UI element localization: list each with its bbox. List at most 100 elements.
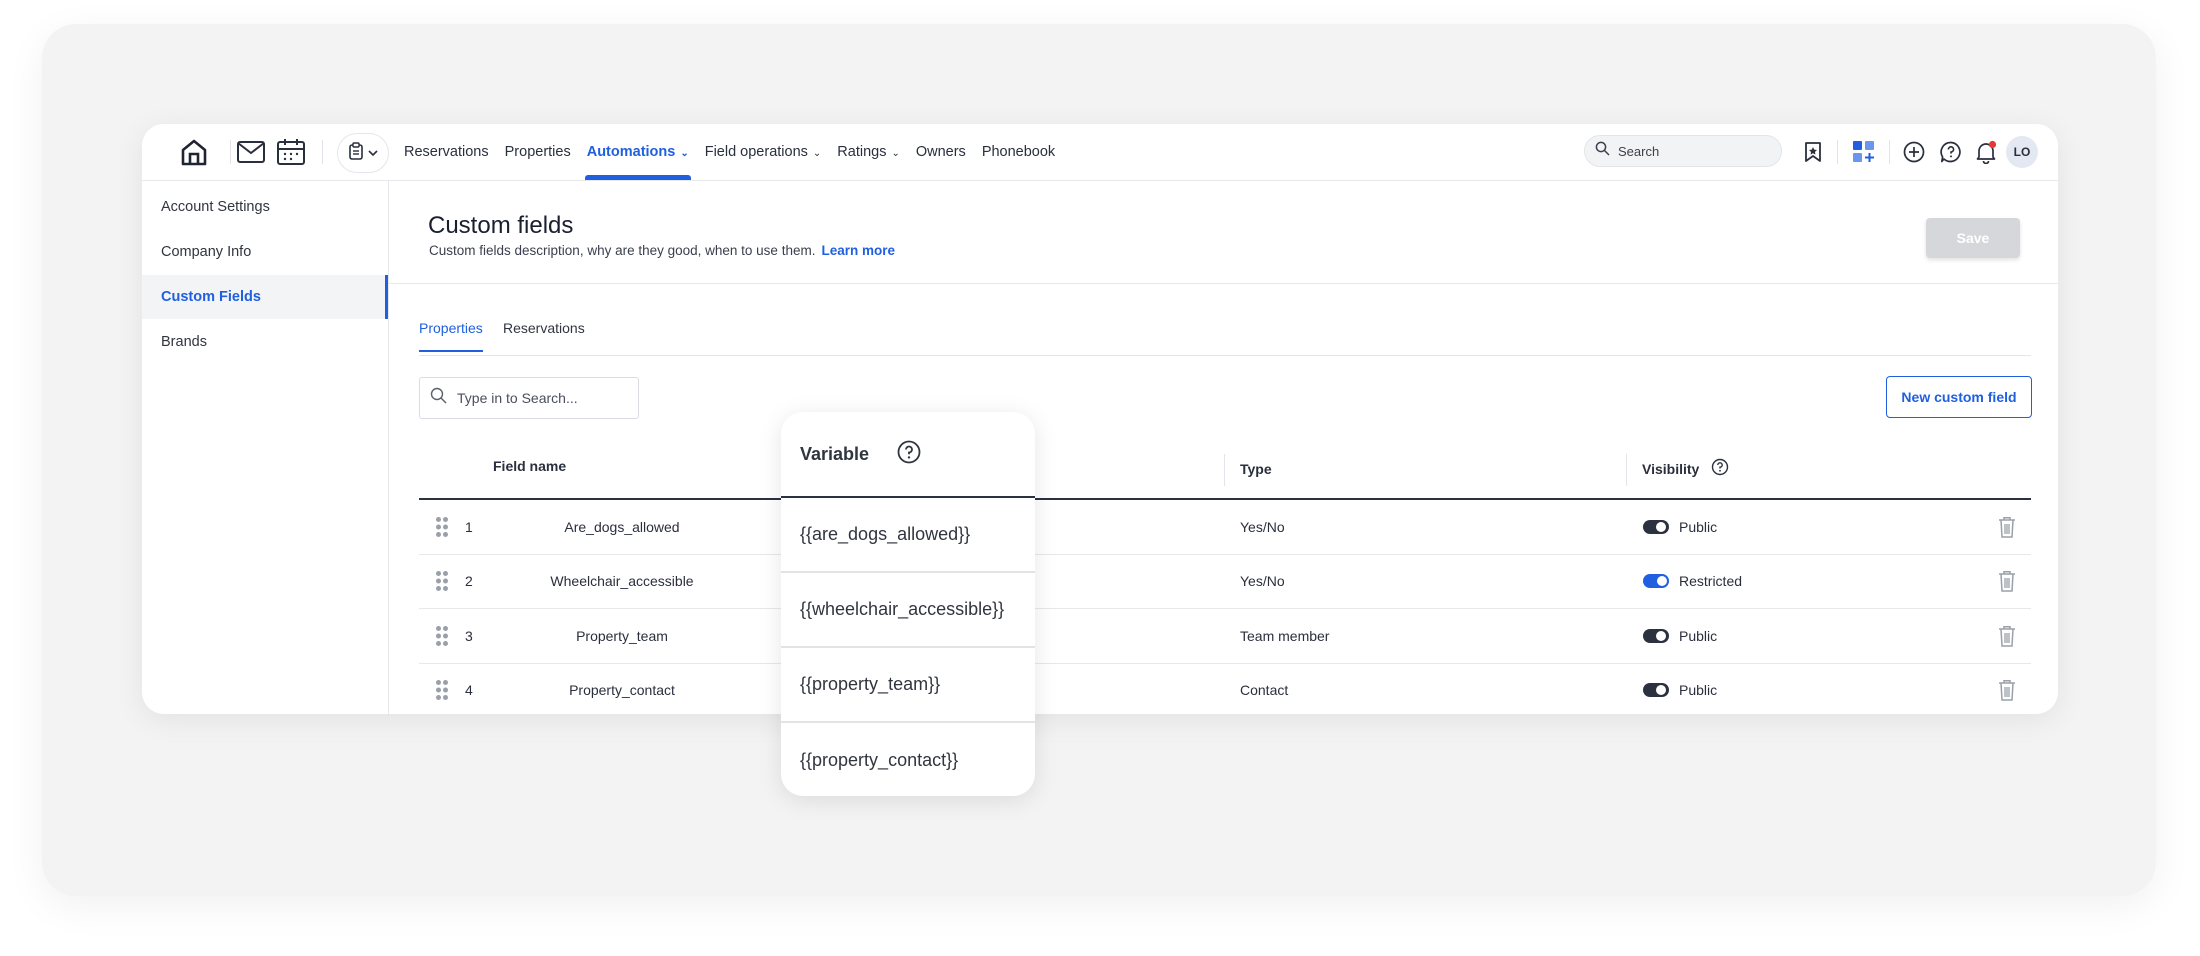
nav-item-label: Properties bbox=[504, 144, 571, 160]
visibility-toggle[interactable] bbox=[1643, 574, 1669, 588]
learn-more-link[interactable]: Learn more bbox=[821, 243, 895, 258]
global-search-input[interactable] bbox=[1616, 142, 1770, 160]
page-title: Custom fields bbox=[428, 212, 574, 239]
visibility-label: Public bbox=[1679, 519, 1718, 535]
nav-item-properties[interactable]: Properties bbox=[505, 124, 571, 180]
table-row[interactable]: 3 Property_team Team member Public bbox=[419, 609, 2031, 664]
top-navigation-bar: Reservations Properties Automations ⌄ Fie… bbox=[142, 124, 2058, 181]
sidebar-item-label: Brands bbox=[161, 334, 207, 350]
mail-icon[interactable] bbox=[235, 137, 267, 167]
visibility-cell: Restricted bbox=[1643, 554, 1742, 608]
nav-item-label: Owners bbox=[915, 144, 966, 160]
divider bbox=[322, 140, 323, 164]
tabs-underline bbox=[419, 355, 2031, 356]
visibility-label: Restricted bbox=[1679, 573, 1743, 589]
help-circle-icon[interactable] bbox=[897, 440, 921, 469]
field-name: Are_dogs_allowed bbox=[564, 519, 680, 535]
trash-icon[interactable] bbox=[1998, 663, 2016, 714]
page-description: Custom fields description, why are they … bbox=[429, 243, 895, 258]
tab-properties[interactable]: Properties bbox=[419, 320, 483, 352]
settings-sidebar: Account Settings Company Info Custom Fie… bbox=[142, 181, 389, 714]
nav-item-field-operations[interactable]: Field operations ⌄ bbox=[705, 124, 822, 180]
variable-column-callout: Variable {{are_dogs_allowed}} {{wheelcha… bbox=[781, 412, 1035, 796]
column-header-label: Field name bbox=[493, 458, 567, 474]
visibility-toggle[interactable] bbox=[1643, 520, 1669, 534]
table-search[interactable] bbox=[419, 377, 639, 419]
bell-icon[interactable] bbox=[1972, 138, 2000, 166]
main-nav: Reservations Properties Automations ⌄ Fie… bbox=[404, 124, 1071, 180]
nav-item-reservations[interactable]: Reservations bbox=[404, 124, 489, 180]
global-search[interactable] bbox=[1584, 135, 1782, 167]
visibility-toggle[interactable] bbox=[1643, 683, 1669, 697]
tab-reservations[interactable]: Reservations bbox=[503, 320, 585, 350]
nav-item-label: Ratings bbox=[837, 144, 887, 160]
table-row[interactable]: 1 Are_dogs_allowed Yes/No Public bbox=[419, 500, 2031, 555]
variable-cell[interactable]: {{property_team}} bbox=[781, 648, 1035, 723]
column-header-visibility[interactable]: Visibility bbox=[1642, 458, 1729, 479]
sidebar-item-company-info[interactable]: Company Info bbox=[142, 230, 388, 274]
table-row[interactable]: 2 Wheelchair_accessible Yes/No Restricte… bbox=[419, 554, 2031, 609]
chevron-down-icon: ⌄ bbox=[891, 147, 900, 159]
search-icon bbox=[430, 387, 447, 409]
bookmark-icon[interactable] bbox=[1799, 138, 1827, 166]
plus-circle-icon[interactable] bbox=[1900, 138, 1928, 166]
nav-item-phonebook[interactable]: Phonebook bbox=[982, 124, 1055, 180]
sidebar-item-custom-fields[interactable]: Custom Fields bbox=[142, 275, 388, 319]
column-divider bbox=[1224, 454, 1225, 486]
variable-cell[interactable]: {{are_dogs_allowed}} bbox=[781, 498, 1035, 573]
table-row[interactable]: 4 Property_contact Contact Public bbox=[419, 663, 2031, 714]
drag-handle-icon[interactable] bbox=[435, 500, 449, 554]
visibility-cell: Public bbox=[1643, 663, 1717, 714]
variable-cell[interactable]: {{property_contact}} bbox=[781, 723, 1035, 796]
visibility-label: Public bbox=[1679, 628, 1718, 644]
help-circle-icon[interactable] bbox=[1711, 458, 1729, 479]
field-type: Team member bbox=[1240, 628, 1330, 644]
nav-item-ratings[interactable]: Ratings ⌄ bbox=[837, 124, 900, 180]
sidebar-item-brands[interactable]: Brands bbox=[142, 320, 388, 364]
nav-item-automations[interactable]: Automations ⌄ bbox=[584, 124, 691, 180]
table-search-input[interactable] bbox=[455, 389, 629, 407]
help-chat-icon[interactable] bbox=[1937, 138, 1965, 166]
avatar[interactable]: LO bbox=[2006, 136, 2038, 168]
trash-icon[interactable] bbox=[1998, 554, 2016, 608]
chevron-down-icon bbox=[368, 144, 378, 162]
clipboard-icon bbox=[348, 141, 364, 165]
row-index: 2 bbox=[465, 573, 473, 589]
nav-item-label: Phonebook bbox=[981, 144, 1056, 160]
drag-handle-icon[interactable] bbox=[435, 663, 449, 714]
sidebar-item-label: Company Info bbox=[161, 244, 252, 260]
column-header-label: Visibility bbox=[1642, 460, 1700, 477]
sidebar-item-label: Account Settings bbox=[161, 199, 270, 215]
sidebar-item-account-settings[interactable]: Account Settings bbox=[142, 185, 388, 229]
notification-dot bbox=[1988, 140, 1997, 149]
new-custom-field-button[interactable]: New custom field bbox=[1886, 376, 2032, 418]
variable-cell[interactable]: {{wheelchair_accessible}} bbox=[781, 573, 1035, 648]
nav-item-label: Field operations bbox=[704, 144, 808, 160]
chevron-down-icon: ⌄ bbox=[680, 147, 689, 159]
visibility-toggle[interactable] bbox=[1643, 629, 1669, 643]
home-icon[interactable] bbox=[178, 136, 210, 168]
field-name: Property_team bbox=[576, 628, 668, 644]
row-index: 4 bbox=[465, 682, 473, 698]
divider bbox=[1837, 140, 1838, 164]
clipboard-dropdown-button[interactable] bbox=[337, 133, 389, 173]
save-button[interactable]: Save bbox=[1926, 218, 2020, 258]
drag-handle-icon[interactable] bbox=[435, 609, 449, 663]
trash-icon[interactable] bbox=[1998, 609, 2016, 663]
divider bbox=[1889, 140, 1890, 164]
trash-icon[interactable] bbox=[1998, 500, 2016, 554]
calendar-icon[interactable] bbox=[275, 136, 307, 168]
app-window: Reservations Properties Automations ⌄ Fie… bbox=[142, 124, 2058, 714]
drag-handle-icon[interactable] bbox=[435, 554, 449, 608]
variable-header-label: Variable bbox=[800, 443, 870, 464]
apps-add-icon[interactable] bbox=[1850, 138, 1878, 166]
field-type: Contact bbox=[1240, 682, 1289, 698]
nav-item-owners[interactable]: Owners bbox=[916, 124, 966, 180]
nav-item-label: Reservations bbox=[404, 144, 489, 160]
field-type: Yes/No bbox=[1240, 519, 1285, 535]
field-name: Property_contact bbox=[569, 682, 675, 698]
field-type: Yes/No bbox=[1240, 573, 1285, 589]
column-header-field-name[interactable]: Field name bbox=[493, 458, 566, 474]
row-index: 1 bbox=[465, 519, 473, 535]
column-header-type[interactable]: Type bbox=[1240, 461, 1272, 477]
